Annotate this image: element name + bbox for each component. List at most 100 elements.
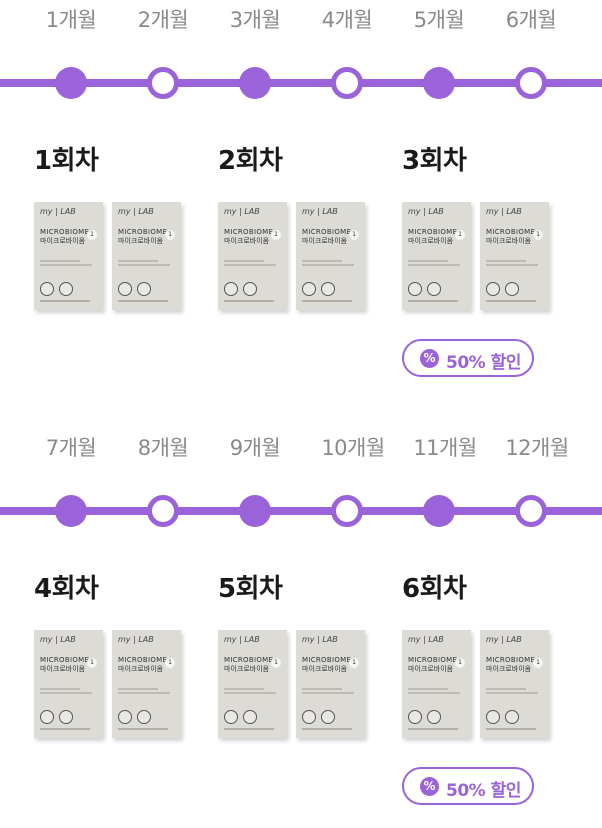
product-title-en: MICROBIOME bbox=[302, 228, 352, 236]
product-footer-line bbox=[486, 728, 536, 730]
product-title-en: MICROBIOME bbox=[224, 656, 274, 664]
product-brand: my | LAB bbox=[224, 635, 260, 644]
product-footer-line bbox=[40, 300, 90, 302]
product-text-line bbox=[118, 264, 170, 266]
product-number-badge: 1 bbox=[533, 658, 543, 668]
product-title-en: MICROBIOME bbox=[408, 228, 458, 236]
certification-seal-icon bbox=[224, 710, 238, 724]
timeline-line bbox=[0, 79, 602, 87]
timeline-dot-filled bbox=[239, 495, 271, 527]
product-text-line bbox=[302, 692, 354, 694]
delivery-round-label: 6회차 bbox=[402, 574, 467, 604]
product-footer-line bbox=[302, 728, 352, 730]
product-brand: my | LAB bbox=[408, 207, 444, 216]
product-number-badge: 1 bbox=[533, 230, 543, 240]
brand-my: my bbox=[40, 635, 53, 644]
product-text-line bbox=[302, 688, 342, 690]
product-title-ko: 마이크로바이옴 bbox=[40, 665, 86, 673]
brand-my: my bbox=[40, 207, 53, 216]
timeline-block-2: 7개월 8개월 9개월 10개월 11개월 12개월 4회차 5회차 6회차 m… bbox=[0, 428, 602, 828]
product-title-ko: 마이크로바이옴 bbox=[118, 665, 164, 673]
month-label: 2개월 bbox=[137, 8, 189, 32]
product-box: my | LAB MICROBIOME 마이크로바이옴 1 bbox=[296, 630, 365, 738]
product-footer-line bbox=[224, 728, 274, 730]
product-title-ko: 마이크로바이옴 bbox=[486, 237, 532, 245]
brand-lab: LAB bbox=[244, 635, 260, 644]
brand-lab: LAB bbox=[322, 635, 338, 644]
product-text-line bbox=[224, 688, 264, 690]
product-text-line bbox=[408, 688, 448, 690]
product-box: my | LAB MICROBIOME 마이크로바이옴 1 bbox=[480, 202, 549, 310]
product-box: my | LAB MICROBIOME 마이크로바이옴 1 bbox=[402, 202, 471, 310]
product-title-en: MICROBIOME bbox=[118, 228, 168, 236]
product-text-line bbox=[224, 692, 276, 694]
product-footer-line bbox=[224, 300, 274, 302]
certification-seal-icon bbox=[302, 710, 316, 724]
timeline-dot-filled bbox=[55, 67, 87, 99]
month-label: 8개월 bbox=[137, 436, 189, 460]
brand-lab: LAB bbox=[60, 207, 76, 216]
certification-seal-icon bbox=[486, 710, 500, 724]
brand-lab: LAB bbox=[428, 207, 444, 216]
product-brand: my | LAB bbox=[302, 207, 338, 216]
product-title-en: MICROBIOME bbox=[408, 656, 458, 664]
product-footer-line bbox=[302, 300, 352, 302]
product-text-line bbox=[302, 264, 354, 266]
product-number-badge: 1 bbox=[165, 658, 175, 668]
brand-my: my bbox=[486, 207, 499, 216]
product-text-line bbox=[40, 260, 80, 262]
product-box: my | LAB MICROBIOME 마이크로바이옴 1 bbox=[402, 630, 471, 738]
product-box: my | LAB MICROBIOME 마이크로바이옴 1 bbox=[112, 630, 181, 738]
product-brand: my | LAB bbox=[486, 635, 522, 644]
product-footer-line bbox=[40, 728, 90, 730]
product-number-badge: 1 bbox=[349, 658, 359, 668]
product-box: my | LAB MICROBIOME 마이크로바이옴 1 bbox=[218, 630, 287, 738]
certification-seal-icon bbox=[243, 710, 257, 724]
certification-seal-icon bbox=[321, 282, 335, 296]
month-label: 7개월 bbox=[45, 436, 97, 460]
product-footer-line bbox=[118, 728, 168, 730]
timeline-dot-filled bbox=[55, 495, 87, 527]
product-box: my | LAB MICROBIOME 마이크로바이옴 1 bbox=[218, 202, 287, 310]
product-text-line bbox=[408, 264, 460, 266]
product-box: my | LAB MICROBIOME 마이크로바이옴 1 bbox=[480, 630, 549, 738]
product-footer-line bbox=[408, 300, 458, 302]
product-title-ko: 마이크로바이옴 bbox=[486, 665, 532, 673]
product-text-line bbox=[224, 264, 276, 266]
product-title-ko: 마이크로바이옴 bbox=[408, 665, 454, 673]
product-title-en: MICROBIOME bbox=[486, 656, 536, 664]
month-label: 3개월 bbox=[229, 8, 281, 32]
month-label: 10개월 bbox=[321, 436, 385, 460]
brand-my: my bbox=[302, 635, 315, 644]
product-text-line bbox=[40, 688, 80, 690]
product-box: my | LAB MICROBIOME 마이크로바이옴 1 bbox=[112, 202, 181, 310]
product-number-badge: 1 bbox=[271, 658, 281, 668]
brand-lab: LAB bbox=[138, 207, 154, 216]
month-label: 1개월 bbox=[45, 8, 97, 32]
product-title-en: MICROBIOME bbox=[40, 228, 90, 236]
product-title-ko: 마이크로바이옴 bbox=[224, 665, 270, 673]
product-footer-line bbox=[118, 300, 168, 302]
discount-badge: % 50% 할인 bbox=[402, 339, 534, 377]
brand-lab: LAB bbox=[60, 635, 76, 644]
month-label: 9개월 bbox=[229, 436, 281, 460]
brand-my: my bbox=[118, 635, 131, 644]
product-box: my | LAB MICROBIOME 마이크로바이옴 1 bbox=[296, 202, 365, 310]
product-text-line bbox=[118, 692, 170, 694]
certification-seal-icon bbox=[224, 282, 238, 296]
timeline-dot-hollow bbox=[515, 495, 547, 527]
certification-seal-icon bbox=[321, 710, 335, 724]
discount-badge: % 50% 할인 bbox=[402, 767, 534, 805]
timeline-dot-filled bbox=[423, 67, 455, 99]
brand-lab: LAB bbox=[138, 635, 154, 644]
product-title-en: MICROBIOME bbox=[302, 656, 352, 664]
product-title-ko: 마이크로바이옴 bbox=[40, 237, 86, 245]
month-label: 12개월 bbox=[505, 436, 569, 460]
brand-lab: LAB bbox=[506, 207, 522, 216]
product-number-badge: 1 bbox=[455, 658, 465, 668]
timeline-dot-hollow bbox=[331, 495, 363, 527]
product-brand: my | LAB bbox=[40, 635, 76, 644]
discount-badge-text: 50% 할인 bbox=[446, 353, 521, 373]
product-text-line bbox=[486, 692, 538, 694]
product-text-line bbox=[118, 688, 158, 690]
